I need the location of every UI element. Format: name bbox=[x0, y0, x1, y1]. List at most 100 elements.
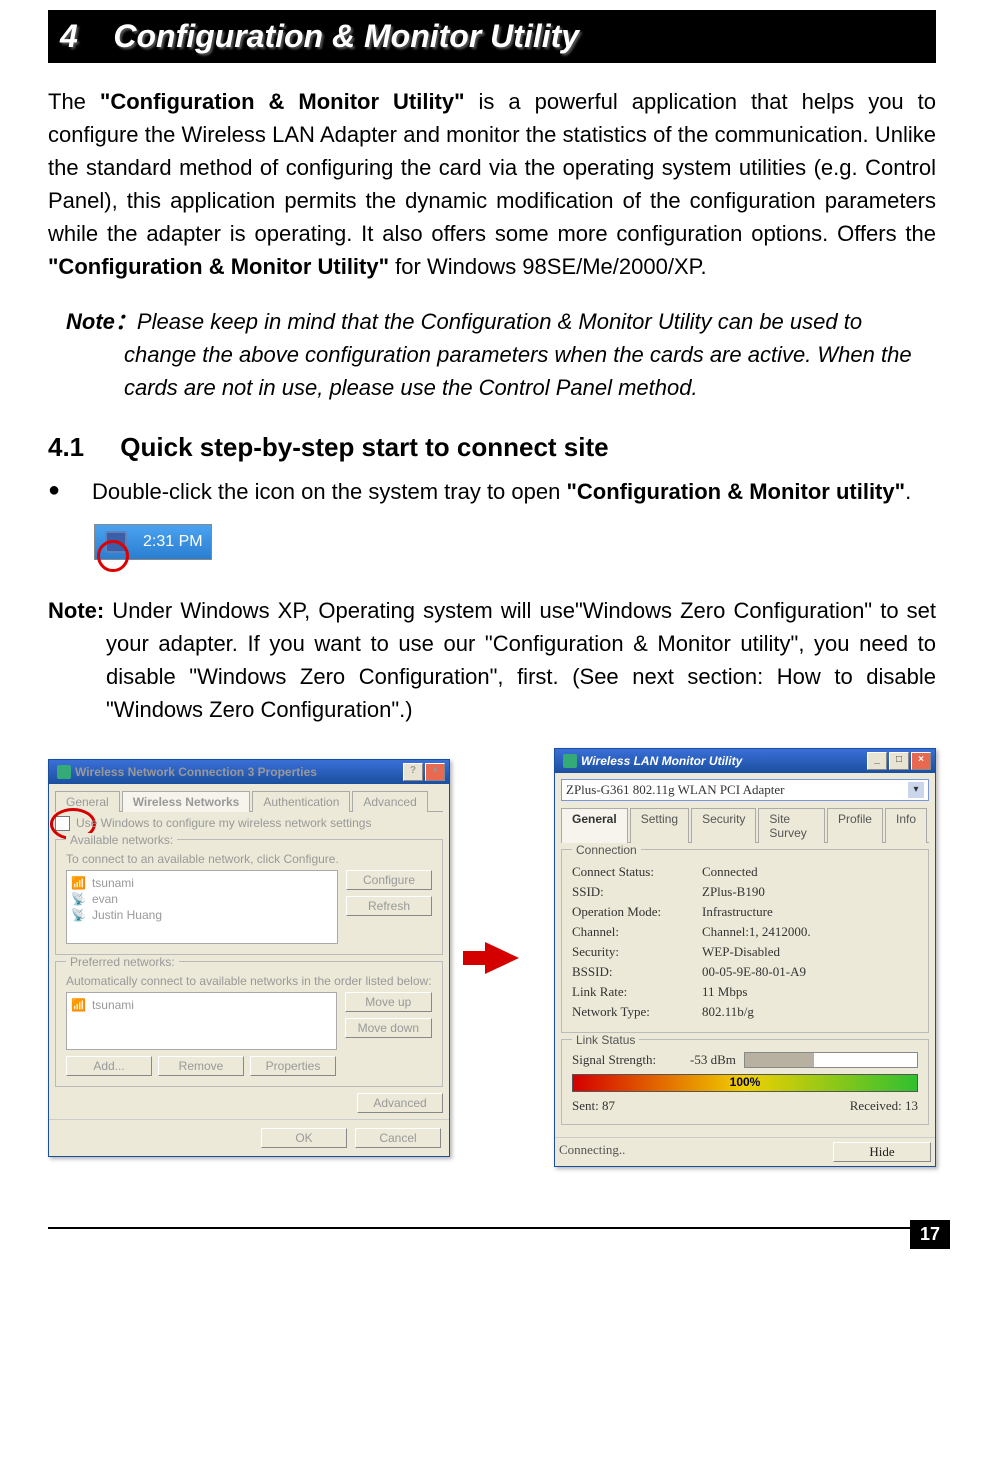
kv-val: Infrastructure bbox=[702, 904, 773, 920]
list-item[interactable]: 📡Justin Huang bbox=[71, 907, 333, 923]
preferred-list[interactable]: 📶tsunami bbox=[66, 992, 337, 1050]
kv-val: Connected bbox=[702, 864, 758, 880]
use-windows-checkbox-row[interactable]: Use Windows to configure my wireless net… bbox=[55, 816, 443, 831]
list-item-label: tsunami bbox=[92, 876, 134, 890]
system-tray: 2:31 PM bbox=[94, 524, 212, 560]
section-heading: 4.1 Quick step-by-step start to connect … bbox=[48, 432, 936, 463]
preferred-hint: Automatically connect to available netwo… bbox=[66, 974, 432, 988]
close-button[interactable]: × bbox=[425, 763, 445, 781]
intro-text3: for Windows 98SE/Me/2000/XP. bbox=[389, 254, 707, 279]
wncp-titlebar[interactable]: Wireless Network Connection 3 Properties… bbox=[49, 760, 449, 784]
available-list[interactable]: 📶 tsunami 📡 evan 📡Justin Huang bbox=[66, 870, 338, 944]
add-button[interactable]: Add... bbox=[66, 1056, 152, 1076]
bullet-emph: "Configuration & Monitor utility" bbox=[566, 479, 905, 504]
tab-site-survey[interactable]: Site Survey bbox=[758, 808, 825, 843]
bullet-part-c: . bbox=[905, 479, 911, 504]
status-text: Connecting.. bbox=[559, 1142, 625, 1162]
refresh-button[interactable]: Refresh bbox=[346, 896, 432, 916]
preferred-label: Preferred networks: bbox=[66, 955, 179, 969]
quality-bar: 100% bbox=[572, 1074, 918, 1092]
monitor-title: Wireless LAN Monitor Utility bbox=[581, 754, 867, 768]
kv-val: WEP-Disabled bbox=[702, 944, 780, 960]
note-block: Note：Please keep in mind that the Config… bbox=[124, 305, 936, 404]
note2-text: Under Windows XP, Operating system will … bbox=[104, 598, 936, 722]
connection-group: Connection Connect Status:Connected SSID… bbox=[561, 849, 929, 1033]
cancel-button[interactable]: Cancel bbox=[355, 1128, 441, 1148]
remove-button[interactable]: Remove bbox=[158, 1056, 244, 1076]
note-label: Note： bbox=[66, 309, 137, 334]
tab-wireless-networks[interactable]: Wireless Networks bbox=[122, 791, 251, 812]
minimize-button[interactable]: _ bbox=[867, 752, 887, 770]
advanced-button[interactable]: Advanced bbox=[357, 1093, 443, 1113]
antenna-icon: 📡 bbox=[71, 892, 86, 906]
tab-profile[interactable]: Profile bbox=[827, 808, 883, 843]
antenna-icon: 📶 bbox=[71, 998, 86, 1012]
moveup-button[interactable]: Move up bbox=[345, 992, 432, 1012]
kv-key: BSSID: bbox=[572, 964, 692, 980]
windows-wncp-dialog: Wireless Network Connection 3 Properties… bbox=[48, 759, 450, 1157]
hide-button[interactable]: Hide bbox=[833, 1142, 931, 1162]
tab-general[interactable]: General bbox=[561, 808, 628, 843]
maximize-button[interactable]: □ bbox=[889, 752, 909, 770]
arrow-indicator bbox=[469, 942, 535, 974]
monitor-tabs: General Setting Security Site Survey Pro… bbox=[561, 807, 929, 843]
chevron-down-icon[interactable]: ▾ bbox=[908, 782, 924, 798]
kv-val: 00-05-9E-80-01-A9 bbox=[702, 964, 806, 980]
chapter-number: 4 bbox=[60, 18, 78, 54]
configure-button[interactable]: Configure bbox=[346, 870, 432, 890]
signal-bar bbox=[744, 1052, 918, 1068]
chapter-header: 4 Configuration & Monitor Utility bbox=[48, 10, 936, 63]
kv-key: Security: bbox=[572, 944, 692, 960]
signal-strength-value: -53 dBm bbox=[690, 1052, 736, 1068]
tab-authentication[interactable]: Authentication bbox=[252, 791, 350, 812]
tab-advanced[interactable]: Advanced bbox=[352, 791, 427, 812]
checkbox-label: Use Windows to configure my wireless net… bbox=[76, 816, 371, 830]
link-status-group: Link Status Signal Strength: -53 dBm 100… bbox=[561, 1039, 929, 1125]
help-button[interactable]: ? bbox=[403, 763, 423, 781]
section-title-text: Quick step-by-step start to connect site bbox=[120, 432, 608, 462]
kv-key: Link Rate: bbox=[572, 984, 692, 1000]
tray-clock: 2:31 PM bbox=[143, 533, 203, 551]
monitor-titlebar[interactable]: Wireless LAN Monitor Utility _ □ × bbox=[555, 749, 935, 773]
signal-strength-label: Signal Strength: bbox=[572, 1052, 682, 1068]
tab-security[interactable]: Security bbox=[691, 808, 756, 843]
note-body: Please keep in mind that the Configurati… bbox=[124, 309, 912, 400]
kv-key: Connect Status: bbox=[572, 864, 692, 880]
kv-key: SSID: bbox=[572, 884, 692, 900]
kv-val: ZPlus-B190 bbox=[702, 884, 765, 900]
bullet-marker: ● bbox=[48, 475, 92, 508]
highlight-circle-icon bbox=[97, 540, 129, 572]
window-icon bbox=[57, 765, 71, 779]
available-label: Available networks: bbox=[66, 833, 177, 847]
available-networks-group: Available networks: To connect to an ava… bbox=[55, 839, 443, 955]
link-legend: Link Status bbox=[572, 1033, 639, 1047]
antenna-icon: 📶 bbox=[71, 876, 86, 890]
arrow-right-icon bbox=[485, 942, 519, 974]
list-item[interactable]: 📶 tsunami bbox=[71, 875, 333, 891]
adapter-select[interactable]: ZPlus-G361 802.11g WLAN PCI Adapter ▾ bbox=[561, 779, 929, 801]
section-number: 4.1 bbox=[48, 432, 84, 462]
kv-key: Network Type: bbox=[572, 1004, 692, 1020]
properties-button[interactable]: Properties bbox=[250, 1056, 336, 1076]
monitor-utility-dialog: Wireless LAN Monitor Utility _ □ × ZPlus… bbox=[554, 748, 936, 1167]
received-label: Received: 13 bbox=[850, 1098, 918, 1114]
tab-info[interactable]: Info bbox=[885, 808, 927, 843]
wncp-title: Wireless Network Connection 3 Properties bbox=[75, 765, 403, 779]
monitor-statusbar: Connecting.. Hide bbox=[555, 1137, 935, 1166]
list-item[interactable]: 📶tsunami bbox=[71, 997, 332, 1013]
tab-setting[interactable]: Setting bbox=[630, 808, 689, 843]
preferred-networks-group: Preferred networks: Automatically connec… bbox=[55, 961, 443, 1087]
ok-button[interactable]: OK bbox=[261, 1128, 347, 1148]
intro-emph2: "Configuration & Monitor Utility" bbox=[48, 254, 389, 279]
note2-paragraph: Note: Under Windows XP, Operating system… bbox=[106, 594, 936, 726]
list-item-label: evan bbox=[92, 892, 118, 906]
connection-legend: Connection bbox=[572, 843, 641, 857]
sent-label: Sent: 87 bbox=[572, 1098, 615, 1114]
list-item[interactable]: 📡 evan bbox=[71, 891, 333, 907]
intro-emph1: "Configuration & Monitor Utility" bbox=[100, 89, 465, 114]
window-icon bbox=[563, 754, 577, 768]
close-button[interactable]: × bbox=[911, 752, 931, 770]
movedown-button[interactable]: Move down bbox=[345, 1018, 432, 1038]
kv-val: 11 Mbps bbox=[702, 984, 747, 1000]
adapter-value: ZPlus-G361 802.11g WLAN PCI Adapter bbox=[566, 782, 784, 798]
